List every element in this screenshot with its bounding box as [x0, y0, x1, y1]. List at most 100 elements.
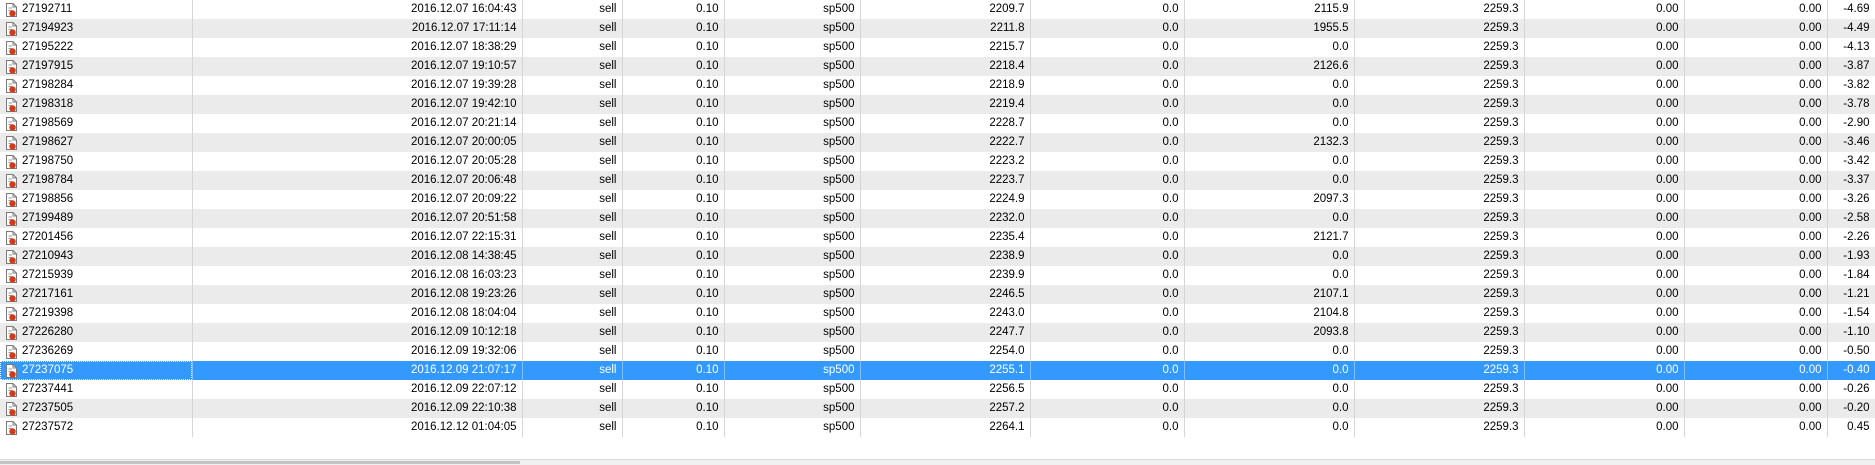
current-price-cell: 2259.3: [1354, 114, 1525, 133]
profit-cell: -4.49: [1827, 19, 1875, 38]
table-row[interactable]: 27219398 2016.12.08 18:04:04 sell 0.10 sp500…: [0, 304, 1875, 323]
table-row[interactable]: 27198318 2016.12.07 19:42:10 sell 0.10 sp500…: [0, 95, 1875, 114]
current-price-cell: 2259.3: [1354, 171, 1525, 190]
profit-cell: -0.40: [1827, 361, 1875, 380]
current-price-cell: 2259.3: [1354, 38, 1525, 57]
size-cell: 0.10: [622, 57, 725, 76]
profit-cell: -4.69: [1827, 0, 1875, 19]
table-row[interactable]: 27195222 2016.12.07 18:38:29 sell 0.10 sp500…: [0, 38, 1875, 57]
table-row[interactable]: 27237075 2016.12.09 21:07:17 sell 0.10 sp500…: [0, 361, 1875, 380]
commission-cell: 0.00: [1524, 76, 1685, 95]
symbol-cell: sp500: [724, 38, 861, 57]
ticket-cell: 27198627: [0, 133, 193, 152]
ticket-wrap: 27236269: [6, 342, 187, 361]
symbol-cell: sp500: [724, 133, 861, 152]
time-cell: 2016.12.08 16:03:23: [192, 266, 523, 285]
table-row[interactable]: 27198569 2016.12.07 20:21:14 sell 0.10 sp500…: [0, 114, 1875, 133]
sl-cell: 0.0: [1030, 380, 1185, 399]
trades-table: 27192711 2016.12.07 16:04:43 sell 0.10 sp500…: [0, 0, 1875, 437]
table-row[interactable]: 27237572 2016.12.12 01:04:05 sell 0.10 sp500…: [0, 418, 1875, 437]
type-cell: sell: [522, 76, 623, 95]
horizontal-scrollbar[interactable]: [0, 459, 1875, 465]
tp-cell: 0.0: [1184, 418, 1355, 437]
ticket-cell: 27237572: [0, 418, 193, 437]
ticket-number: 27198569: [22, 117, 74, 129]
symbol-cell: sp500: [724, 114, 861, 133]
table-row[interactable]: 27215939 2016.12.08 16:03:23 sell 0.10 sp500…: [0, 266, 1875, 285]
table-row[interactable]: 27198856 2016.12.07 20:09:22 sell 0.10 sp500…: [0, 190, 1875, 209]
type-cell: sell: [522, 114, 623, 133]
price-cell: 2211.8: [860, 19, 1031, 38]
ticket-cell: 27192711: [0, 0, 193, 19]
table-row[interactable]: 27199489 2016.12.07 20:51:58 sell 0.10 sp500…: [0, 209, 1875, 228]
commission-cell: 0.00: [1524, 323, 1685, 342]
symbol-cell: sp500: [724, 247, 861, 266]
size-cell: 0.10: [622, 361, 725, 380]
sell-order-icon: [6, 116, 17, 131]
sl-cell: 0.0: [1030, 266, 1185, 285]
ticket-cell: 27217161: [0, 285, 193, 304]
size-cell: 0.10: [622, 266, 725, 285]
sell-order-icon: [6, 78, 17, 93]
table-row[interactable]: 27198627 2016.12.07 20:00:05 sell 0.10 sp500…: [0, 133, 1875, 152]
ticket-cell: 27237441: [0, 380, 193, 399]
price-cell: 2223.2: [860, 152, 1031, 171]
sell-order-icon: [6, 401, 17, 416]
sl-cell: 0.0: [1030, 95, 1185, 114]
current-price-cell: 2259.3: [1354, 209, 1525, 228]
sell-order-icon: [6, 211, 17, 226]
ticket-number: 27219398: [22, 307, 74, 319]
table-row[interactable]: 27198284 2016.12.07 19:39:28 sell 0.10 sp500…: [0, 76, 1875, 95]
current-price-cell: 2259.3: [1354, 418, 1525, 437]
symbol-cell: sp500: [724, 304, 861, 323]
size-cell: 0.10: [622, 380, 725, 399]
sl-cell: 0.0: [1030, 76, 1185, 95]
time-cell: 2016.12.07 19:39:28: [192, 76, 523, 95]
type-cell: sell: [522, 228, 623, 247]
trades-table-body: 27192711 2016.12.07 16:04:43 sell 0.10 sp500…: [0, 0, 1875, 437]
symbol-cell: sp500: [724, 171, 861, 190]
table-row[interactable]: 27237505 2016.12.09 22:10:38 sell 0.10 sp500…: [0, 399, 1875, 418]
ticket-wrap: 27198569: [6, 114, 187, 133]
current-price-cell: 2259.3: [1354, 152, 1525, 171]
table-row[interactable]: 27198750 2016.12.07 20:05:28 sell 0.10 sp500…: [0, 152, 1875, 171]
sl-cell: 0.0: [1030, 133, 1185, 152]
commission-cell: 0.00: [1524, 171, 1685, 190]
table-row[interactable]: 27198784 2016.12.07 20:06:48 sell 0.10 sp500…: [0, 171, 1875, 190]
ticket-number: 27201456: [22, 231, 74, 243]
table-row[interactable]: 27226280 2016.12.09 10:12:18 sell 0.10 sp500…: [0, 323, 1875, 342]
table-row[interactable]: 27197915 2016.12.07 19:10:57 sell 0.10 sp500…: [0, 57, 1875, 76]
size-cell: 0.10: [622, 171, 725, 190]
ticket-wrap: 27198284: [6, 76, 187, 95]
ticket-number: 27198784: [22, 174, 74, 186]
ticket-number: 27198627: [22, 136, 74, 148]
price-cell: 2255.1: [860, 361, 1031, 380]
type-cell: sell: [522, 190, 623, 209]
table-row[interactable]: 27201456 2016.12.07 22:15:31 sell 0.10 sp500…: [0, 228, 1875, 247]
table-row[interactable]: 27237441 2016.12.09 22:07:12 sell 0.10 sp500…: [0, 380, 1875, 399]
tp-cell: 2132.3: [1184, 133, 1355, 152]
table-row[interactable]: 27236269 2016.12.09 19:32:06 sell 0.10 sp500…: [0, 342, 1875, 361]
commission-cell: 0.00: [1524, 285, 1685, 304]
size-cell: 0.10: [622, 19, 725, 38]
symbol-cell: sp500: [724, 152, 861, 171]
size-cell: 0.10: [622, 209, 725, 228]
ticket-wrap: 27194923: [6, 19, 187, 38]
time-cell: 2016.12.07 20:09:22: [192, 190, 523, 209]
ticket-number: 27197915: [22, 60, 74, 72]
ticket-cell: 27219398: [0, 304, 193, 323]
swap-cell: 0.00: [1684, 285, 1828, 304]
current-price-cell: 2259.3: [1354, 304, 1525, 323]
swap-cell: 0.00: [1684, 171, 1828, 190]
type-cell: sell: [522, 171, 623, 190]
sl-cell: 0.0: [1030, 171, 1185, 190]
table-row[interactable]: 27217161 2016.12.08 19:23:26 sell 0.10 sp500…: [0, 285, 1875, 304]
ticket-cell: 27198784: [0, 171, 193, 190]
table-row[interactable]: 27194923 2016.12.07 17:11:14 sell 0.10 sp500…: [0, 19, 1875, 38]
sell-order-icon: [6, 59, 17, 74]
table-row[interactable]: 27210943 2016.12.08 14:38:45 sell 0.10 sp500…: [0, 247, 1875, 266]
table-row[interactable]: 27192711 2016.12.07 16:04:43 sell 0.10 sp500…: [0, 0, 1875, 19]
size-cell: 0.10: [622, 0, 725, 19]
ticket-wrap: 27198318: [6, 95, 187, 114]
swap-cell: 0.00: [1684, 114, 1828, 133]
